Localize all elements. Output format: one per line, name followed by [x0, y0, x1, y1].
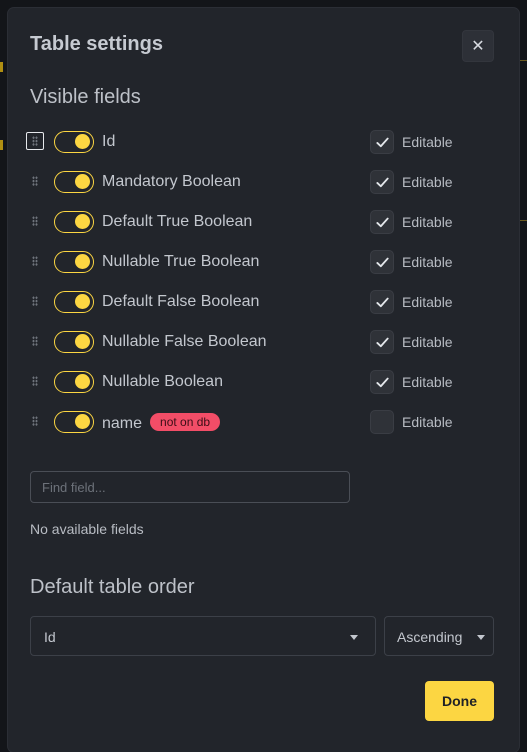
editable-label: Editable: [402, 334, 453, 350]
check-icon: [375, 217, 389, 227]
drag-handle-icon[interactable]: [26, 172, 44, 190]
order-field-select[interactable]: Id: [30, 616, 376, 656]
editable-checkbox[interactable]: [370, 210, 394, 234]
drag-handle-icon[interactable]: [26, 412, 44, 430]
field-row: Default True Boolean Editable: [24, 210, 484, 234]
check-icon: [375, 137, 389, 147]
editable-label: Editable: [402, 214, 453, 230]
check-icon: [375, 337, 389, 347]
chevron-down-icon: [350, 635, 358, 640]
background-marker: [0, 62, 3, 72]
no-available-fields-text: No available fields: [30, 521, 144, 537]
field-row: Mandatory Boolean Editable: [24, 170, 484, 194]
field-visibility-toggle[interactable]: [54, 371, 94, 393]
field-visibility-toggle[interactable]: [54, 251, 94, 273]
field-visibility-toggle[interactable]: [54, 171, 94, 193]
toggle-knob: [75, 374, 90, 389]
close-icon: ✕: [471, 38, 485, 55]
editable-label: Editable: [402, 134, 453, 150]
background-marker: [0, 140, 3, 150]
field-label: Default True Boolean: [102, 213, 252, 231]
toggle-knob: [75, 254, 90, 269]
default-table-order-heading: Default table order: [30, 576, 195, 598]
field-row: Nullable False Boolean Editable: [24, 330, 484, 354]
editable-checkbox[interactable]: [370, 250, 394, 274]
field-row: Id Editable: [24, 130, 484, 154]
check-icon: [375, 297, 389, 307]
order-field-value: Id: [44, 629, 56, 645]
background-divider: [519, 60, 527, 61]
close-button[interactable]: ✕: [462, 30, 494, 62]
editable-checkbox[interactable]: [370, 330, 394, 354]
drag-handle-icon[interactable]: [26, 332, 44, 350]
editable-checkbox[interactable]: [370, 170, 394, 194]
modal-title: Table settings: [30, 33, 163, 55]
field-label: Nullable True Boolean: [102, 253, 259, 271]
editable-checkbox[interactable]: [370, 130, 394, 154]
drag-handle-icon[interactable]: [26, 212, 44, 230]
toggle-knob: [75, 174, 90, 189]
drag-handle-icon[interactable]: [26, 372, 44, 390]
order-direction-dropdown[interactable]: Ascending: [384, 616, 494, 656]
field-name: name: [102, 415, 143, 432]
field-name: Default False Boolean: [102, 293, 260, 310]
editable-label: Editable: [402, 294, 453, 310]
check-icon: [375, 177, 389, 187]
field-visibility-toggle[interactable]: [54, 331, 94, 353]
check-icon: [375, 377, 389, 387]
editable-checkbox[interactable]: [370, 410, 394, 434]
field-visibility-toggle[interactable]: [54, 131, 94, 153]
background-divider: [519, 220, 527, 221]
field-name: Default True Boolean: [102, 213, 253, 230]
drag-handle-icon[interactable]: [26, 292, 44, 310]
chevron-down-icon: [477, 635, 485, 640]
field-visibility-toggle[interactable]: [54, 411, 94, 433]
field-name: Nullable Boolean: [102, 373, 223, 390]
field-label: Nullable Boolean: [102, 373, 223, 391]
field-label: Mandatory Boolean: [102, 173, 241, 191]
toggle-knob: [75, 214, 90, 229]
find-field-input[interactable]: [30, 471, 350, 503]
toggle-knob: [75, 414, 90, 429]
drag-handle-icon[interactable]: [26, 132, 44, 150]
toggle-knob: [75, 134, 90, 149]
field-label: name not on db: [102, 413, 221, 433]
editable-checkbox[interactable]: [370, 290, 394, 314]
field-name: Mandatory Boolean: [102, 173, 241, 190]
field-row: Default False Boolean Editable: [24, 290, 484, 314]
field-row: name not on db Editable: [24, 410, 484, 434]
field-row: Nullable True Boolean Editable: [24, 250, 484, 274]
field-name: Nullable True Boolean: [102, 253, 260, 270]
field-visibility-toggle[interactable]: [54, 211, 94, 233]
check-icon: [375, 257, 389, 267]
table-settings-modal: Table settings ✕ Visible fields Id Editab…: [8, 8, 519, 752]
visible-fields-heading: Visible fields: [30, 86, 141, 108]
field-label: Id: [102, 133, 115, 151]
toggle-knob: [75, 294, 90, 309]
toggle-knob: [75, 334, 90, 349]
editable-checkbox[interactable]: [370, 370, 394, 394]
not-on-db-badge: not on db: [150, 413, 221, 431]
order-direction-label: Ascending: [397, 629, 463, 645]
field-label: Default False Boolean: [102, 293, 259, 311]
field-row: Nullable Boolean Editable: [24, 370, 484, 394]
field-label: Nullable False Boolean: [102, 333, 267, 351]
field-visibility-toggle[interactable]: [54, 291, 94, 313]
done-button[interactable]: Done: [425, 681, 494, 721]
field-name: Id: [102, 133, 116, 150]
drag-handle-icon[interactable]: [26, 252, 44, 270]
editable-label: Editable: [402, 174, 453, 190]
editable-label: Editable: [402, 254, 453, 270]
editable-label: Editable: [402, 414, 453, 430]
field-name: Nullable False Boolean: [102, 333, 267, 350]
editable-label: Editable: [402, 374, 453, 390]
